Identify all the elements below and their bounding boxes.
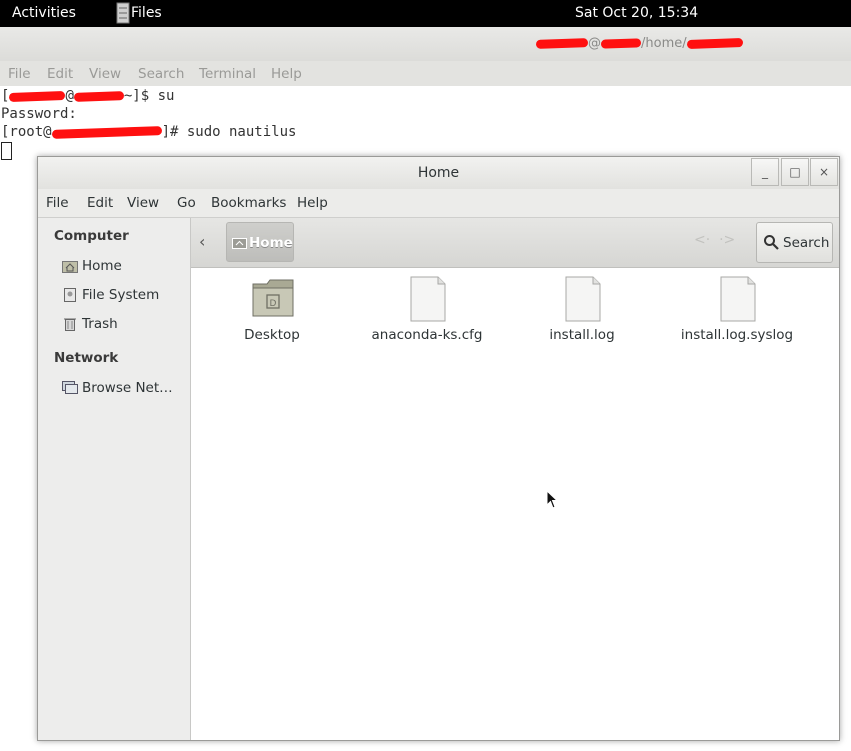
files-app-icon [116,2,130,24]
prev-location-button[interactable]: <· [694,232,710,248]
sidebar-item-label: Trash [82,316,118,332]
window-title: Home [417,165,460,181]
terminal-titlebar[interactable]: @/home/ [0,27,851,61]
sidebar-item-label: Home [82,258,122,274]
terminal-line: Password: [1,106,77,122]
sidebar-section-network: Network [54,350,119,366]
sidebar-item-file-system[interactable]: File System [62,285,188,307]
redaction-mark [51,125,162,139]
menu-help[interactable]: Help [297,195,328,211]
file-view[interactable]: D Desktop anaconda-ks.cfg install.log in… [191,268,839,740]
search-button[interactable]: Search [756,222,833,263]
redaction-mark [535,38,589,49]
terminal-menubar: File Edit View Search Terminal Help [0,61,851,86]
sidebar-item-home[interactable]: Home [62,256,188,278]
terminal-menu-edit[interactable]: Edit [47,66,73,82]
minimize-icon: _ [762,165,768,179]
search-icon [764,235,779,250]
nautilus-menubar: File Edit View Go Bookmarks Help [38,189,839,218]
sidebar-item-label: Browse Net… [82,380,173,396]
mouse-pointer-icon [546,490,558,509]
nautilus-window: Home _ □ × File Edit View Go Bookmarks H… [37,156,840,741]
next-location-button[interactable]: ·> [719,232,735,248]
close-button[interactable]: × [810,158,838,186]
terminal-line: [root@]# sudo nautilus [1,124,297,140]
svg-text:D: D [270,299,277,309]
terminal-title: @/home/ [535,36,743,51]
top-bar: Activities Files Sat Oct 20, 15:34 [0,0,851,27]
file-item-anaconda-ks[interactable]: anaconda-ks.cfg [352,276,502,356]
nautilus-toolbar: ‹ Home <· ·> Search [191,218,839,268]
clock[interactable]: Sat Oct 20, 15:34 [575,5,698,21]
file-item-desktop[interactable]: D Desktop [197,276,347,356]
home-folder-icon [62,261,78,273]
terminal-menu-help[interactable]: Help [271,66,302,82]
sidebar-item-trash[interactable]: Trash [62,314,188,336]
redaction-mark [73,90,125,102]
sidebar-item-browse-network[interactable]: Browse Net… [62,378,188,400]
home-folder-icon [232,238,247,249]
minimize-button[interactable]: _ [751,158,779,186]
file-name: install.log.syslog [680,327,794,343]
redaction-mark [600,38,642,49]
menu-view[interactable]: View [127,195,159,211]
drive-icon [64,288,76,302]
terminal-menu-view[interactable]: View [89,66,121,82]
sidebar-item-label: File System [82,287,160,303]
menu-edit[interactable]: Edit [87,195,113,211]
file-item-install-log[interactable]: install.log [507,276,657,356]
nautilus-titlebar[interactable]: Home _ □ × [38,157,839,189]
maximize-icon: □ [789,165,801,179]
close-icon: × [818,165,830,179]
trash-icon [64,318,76,331]
sidebar-section-computer: Computer [54,228,129,244]
text-file-icon [720,276,756,322]
terminal-line: [@ ~]$ su [1,88,175,104]
app-menu[interactable]: Files [131,5,162,21]
text-file-icon [565,276,601,322]
file-name: anaconda-ks.cfg [371,327,483,343]
terminal-menu-search[interactable]: Search [138,66,184,82]
folder-icon: D [252,279,294,317]
search-label: Search [783,235,830,251]
redaction-mark [9,90,66,102]
file-name: Desktop [244,327,300,343]
terminal-menu-file[interactable]: File [8,66,31,82]
back-button[interactable]: ‹ [199,232,205,251]
redaction-mark [686,38,743,49]
text-file-icon [410,276,446,322]
history-arrows: <· ·> [694,232,735,248]
activities-button[interactable]: Activities [12,5,76,21]
places-sidebar: Computer Home File System Trash Network … [38,218,191,740]
file-item-install-log-syslog[interactable]: install.log.syslog [662,276,812,356]
breadcrumb-label: Home [249,235,293,251]
network-icon [62,381,78,394]
breadcrumb-home[interactable]: Home [226,222,294,262]
terminal-menu-terminal[interactable]: Terminal [199,66,256,82]
menu-bookmarks[interactable]: Bookmarks [211,195,286,211]
terminal-cursor [1,142,12,160]
menu-go[interactable]: Go [177,195,196,211]
menu-file[interactable]: File [46,195,69,211]
maximize-button[interactable]: □ [781,158,809,186]
file-name: install.log [549,327,615,343]
